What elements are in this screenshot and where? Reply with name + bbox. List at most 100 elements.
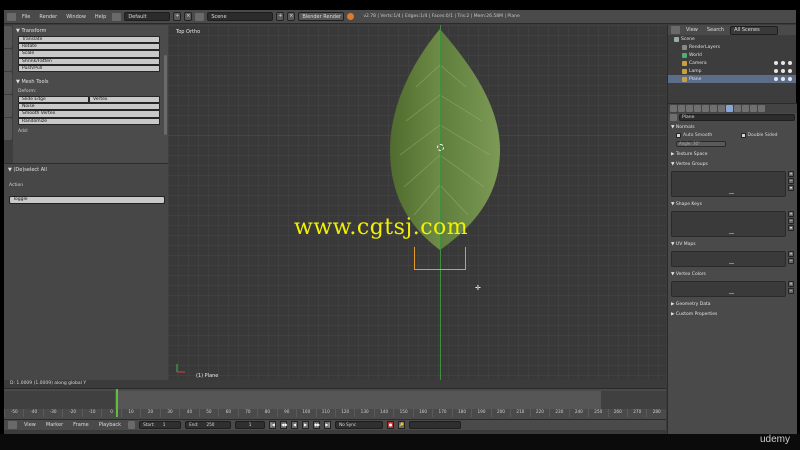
tab-grease-pencil[interactable] <box>4 118 12 140</box>
uv-maps-list[interactable] <box>671 251 786 267</box>
outliner-view-menu[interactable]: View <box>683 27 701 33</box>
timeline-track[interactable] <box>4 391 666 409</box>
tab-create[interactable] <box>4 49 12 71</box>
outliner-row-camera[interactable]: Camera <box>668 59 796 67</box>
custom-properties-panel-header[interactable]: ▶ Custom Properties <box>668 309 797 319</box>
timeline-menu-playback[interactable]: Playback <box>96 422 124 428</box>
remove-scene-button[interactable]: × <box>287 12 296 21</box>
select-arrow-icon[interactable] <box>781 77 785 81</box>
menu-render[interactable]: Render <box>36 14 60 20</box>
preview-range-icon[interactable] <box>128 421 136 429</box>
outliner-filter-select[interactable]: All Scenes <box>730 25 779 35</box>
screen-layout-icon[interactable] <box>112 12 122 21</box>
tab-options[interactable] <box>4 95 12 117</box>
timeline-menu-marker[interactable]: Marker <box>43 422 66 428</box>
render-layers-tab-icon[interactable] <box>678 105 685 112</box>
remove-vertex-group-button[interactable]: − <box>788 178 794 184</box>
resize-grip[interactable] <box>728 263 734 264</box>
constraints-tab-icon[interactable] <box>710 105 717 112</box>
end-frame-field[interactable]: End: 250 <box>185 421 232 429</box>
prev-key-icon[interactable]: ◀◆ <box>280 421 287 429</box>
outliner-row-lamp[interactable]: Lamp <box>668 67 796 75</box>
shape-keys-list[interactable] <box>671 211 786 237</box>
keying-set-icon[interactable]: 🔑 <box>398 421 406 429</box>
add-uv-map-button[interactable]: + <box>788 251 794 257</box>
timeline-menu-frame[interactable]: Frame <box>70 422 92 428</box>
angle-field[interactable]: Angle: 30° <box>676 141 726 147</box>
select-arrow-icon[interactable] <box>781 61 785 65</box>
jump-start-icon[interactable]: |◀ <box>269 421 277 429</box>
add-vertex-color-button[interactable]: + <box>788 281 794 287</box>
action-select[interactable]: Toggle <box>9 196 165 204</box>
remove-vertex-color-button[interactable]: − <box>788 288 794 294</box>
timeline-editor-icon[interactable] <box>8 421 17 429</box>
remove-shape-key-button[interactable]: − <box>788 218 794 224</box>
sync-select[interactable]: No Sync <box>335 421 384 429</box>
texture-space-panel-header[interactable]: ▶ Texture Space <box>668 149 797 159</box>
double-sided-checkbox[interactable]: Double Sided <box>733 132 798 139</box>
remove-layout-button[interactable]: × <box>184 12 193 21</box>
transform-panel-header[interactable]: ▼ Transform <box>14 25 164 36</box>
vertex-colors-panel-header[interactable]: ▼ Vertex Colors <box>668 269 797 279</box>
shrink-fatten-button[interactable]: Shrink/Fatten <box>18 57 160 65</box>
slide-vertex-button[interactable]: Vertex <box>89 95 160 104</box>
outliner-row-scene[interactable]: Scene <box>668 35 796 43</box>
resize-grip[interactable] <box>728 293 734 294</box>
outliner-search-menu[interactable]: Search <box>704 27 727 33</box>
modifiers-tab-icon[interactable] <box>718 105 725 112</box>
add-shape-key-button[interactable]: + <box>788 211 794 217</box>
select-arrow-icon[interactable] <box>781 69 785 73</box>
physics-tab-icon[interactable] <box>758 105 765 112</box>
menu-window[interactable]: Window <box>63 14 89 20</box>
material-tab-icon[interactable] <box>734 105 741 112</box>
render-camera-icon[interactable] <box>788 69 792 73</box>
shape-key-specials-button[interactable]: ▾ <box>788 225 794 231</box>
shape-keys-panel-header[interactable]: ▼ Shape Keys <box>668 199 797 209</box>
slide-edge-button[interactable]: Slide Edge <box>18 95 89 104</box>
menu-file[interactable]: File <box>19 14 33 20</box>
tab-tools[interactable] <box>4 26 12 48</box>
mesh-data-tab-icon[interactable] <box>726 105 733 112</box>
eye-icon[interactable] <box>774 69 778 73</box>
randomize-button[interactable]: Randomize <box>18 117 160 125</box>
resize-grip[interactable] <box>728 193 734 194</box>
scene-icon[interactable] <box>195 12 205 21</box>
tool-shelf-scrollbar[interactable] <box>164 55 167 135</box>
vertex-colors-list[interactable] <box>671 281 786 297</box>
scene-select[interactable]: Scene <box>207 12 274 21</box>
editor-type-icon[interactable] <box>7 12 16 21</box>
start-frame-field[interactable]: Start: 1 <box>139 421 182 429</box>
vertex-group-specials-button[interactable]: ▾ <box>788 185 794 191</box>
object-tab-icon[interactable] <box>702 105 709 112</box>
jump-end-icon[interactable]: ▶| <box>324 421 332 429</box>
uv-maps-panel-header[interactable]: ▼ UV Maps <box>668 239 797 249</box>
mesh-tools-panel-header[interactable]: ▼ Mesh Tools <box>14 76 164 87</box>
tab-shading[interactable] <box>4 72 12 94</box>
add-scene-button[interactable]: + <box>276 12 285 21</box>
add-vertex-group-button[interactable]: + <box>788 171 794 177</box>
play-reverse-icon[interactable]: ◀ <box>291 421 299 429</box>
keying-set-field[interactable] <box>409 421 462 429</box>
object-name-field[interactable]: Plane <box>679 114 795 121</box>
render-engine-select[interactable]: Blender Render <box>298 12 345 21</box>
render-tab-icon[interactable] <box>670 105 677 112</box>
layout-select[interactable]: Default <box>124 12 171 21</box>
outliner-row-plane[interactable]: Plane <box>668 75 796 83</box>
eye-icon[interactable] <box>774 77 778 81</box>
render-camera-icon[interactable] <box>788 61 792 65</box>
render-camera-icon[interactable] <box>788 77 792 81</box>
outliner-row-renderlayers[interactable]: RenderLayers <box>668 43 796 51</box>
vertex-groups-list[interactable] <box>671 171 786 197</box>
remove-uv-map-button[interactable]: − <box>788 258 794 264</box>
normals-panel-header[interactable]: ▼ Normals <box>668 122 797 132</box>
rotate-button[interactable]: Rotate <box>18 43 160 51</box>
eye-icon[interactable] <box>774 61 778 65</box>
resize-grip[interactable] <box>728 233 734 234</box>
smooth-vertex-button[interactable]: Smooth Vertex <box>18 110 160 118</box>
push-pull-button[interactable]: Push/Pull <box>18 64 160 72</box>
timeline-menu-view[interactable]: View <box>21 422 39 428</box>
noise-button[interactable]: Noise <box>18 103 160 111</box>
menu-help[interactable]: Help <box>92 14 109 20</box>
translate-button[interactable]: Translate <box>18 36 160 44</box>
auto-smooth-checkbox[interactable]: Auto Smooth <box>668 132 733 139</box>
